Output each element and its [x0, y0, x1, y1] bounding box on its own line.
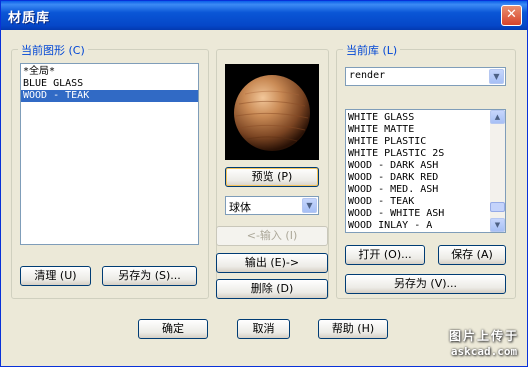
- purge-button[interactable]: 清理 (U): [20, 266, 91, 286]
- material-library-dialog: 材质库 ✕ 当前图形 (C) *全局* BLUE GLASS WOOD - TEAK…: [0, 0, 528, 367]
- close-icon[interactable]: ✕: [501, 5, 522, 26]
- library-material-item[interactable]: WHITE PLASTIC 2S: [346, 148, 491, 160]
- watermark-line1: 图片上传于: [448, 329, 519, 343]
- import-button[interactable]: <-输入 (I): [216, 226, 328, 246]
- library-material-item[interactable]: WHITE GLASS: [346, 112, 491, 124]
- library-value: render: [349, 70, 386, 81]
- preview-button[interactable]: 预览 (P): [225, 167, 319, 187]
- open-library-button[interactable]: 打开 (O)...: [345, 245, 425, 265]
- library-scrollbar[interactable]: ▲ ▼: [490, 110, 505, 232]
- library-material-item[interactable]: WOOD - WHITE ASH: [346, 208, 491, 220]
- library-material-item[interactable]: WHITE MATTE: [346, 124, 491, 136]
- current-library-label: 当前库 (L): [343, 42, 401, 58]
- drawing-material-item[interactable]: WOOD - TEAK: [21, 90, 198, 102]
- help-button[interactable]: 帮助 (H): [318, 319, 388, 339]
- library-material-item[interactable]: WOOD - DARK RED: [346, 172, 491, 184]
- chevron-down-icon[interactable]: ▼: [489, 69, 504, 84]
- export-button[interactable]: 输出 (E)->: [216, 253, 328, 273]
- wood-sphere-image: [234, 75, 310, 151]
- library-material-item[interactable]: WOOD - TEAK: [346, 196, 491, 208]
- material-preview: [225, 64, 319, 160]
- library-material-item[interactable]: WOOD - MED. ASH: [346, 184, 491, 196]
- current-drawing-label: 当前图形 (C): [18, 42, 88, 58]
- library-material-item[interactable]: WOOD INLAY - A: [346, 220, 491, 232]
- library-select[interactable]: render ▼: [345, 67, 506, 86]
- drawing-material-item[interactable]: BLUE GLASS: [21, 78, 198, 90]
- scroll-down-icon[interactable]: ▼: [490, 218, 505, 232]
- drawing-material-item[interactable]: *全局*: [21, 66, 198, 78]
- save-as-library-button[interactable]: 另存为 (V)...: [345, 274, 506, 294]
- library-material-list[interactable]: WHITE GLASS WHITE MATTE WHITE PLASTIC WHITE…: [345, 109, 506, 233]
- watermark: 图片上传于 askcad.com: [449, 328, 519, 360]
- watermark-line2: askcad.com: [450, 345, 518, 358]
- title-bar[interactable]: 材质库 ✕: [1, 1, 527, 30]
- delete-button[interactable]: 删除 (D): [216, 279, 328, 299]
- library-material-item[interactable]: WOOD - DARK ASH: [346, 160, 491, 172]
- save-library-button[interactable]: 保存 (A): [438, 245, 506, 265]
- window-title: 材质库: [8, 11, 51, 26]
- current-drawing-list[interactable]: *全局* BLUE GLASS WOOD - TEAK: [20, 63, 199, 245]
- library-material-item[interactable]: WHITE PLASTIC: [346, 136, 491, 148]
- cancel-button[interactable]: 取消: [237, 319, 290, 339]
- ok-button[interactable]: 确定: [138, 319, 208, 339]
- library-items: WHITE GLASS WHITE MATTE WHITE PLASTIC WHITE…: [346, 112, 491, 232]
- preview-shape-value: 球体: [229, 201, 251, 214]
- preview-shape-select[interactable]: 球体 ▼: [225, 196, 319, 215]
- scroll-thumb[interactable]: [490, 202, 505, 212]
- scroll-up-icon[interactable]: ▲: [490, 110, 505, 124]
- save-as-drawing-button[interactable]: 另存为 (S)...: [102, 266, 197, 286]
- chevron-down-icon[interactable]: ▼: [302, 198, 317, 213]
